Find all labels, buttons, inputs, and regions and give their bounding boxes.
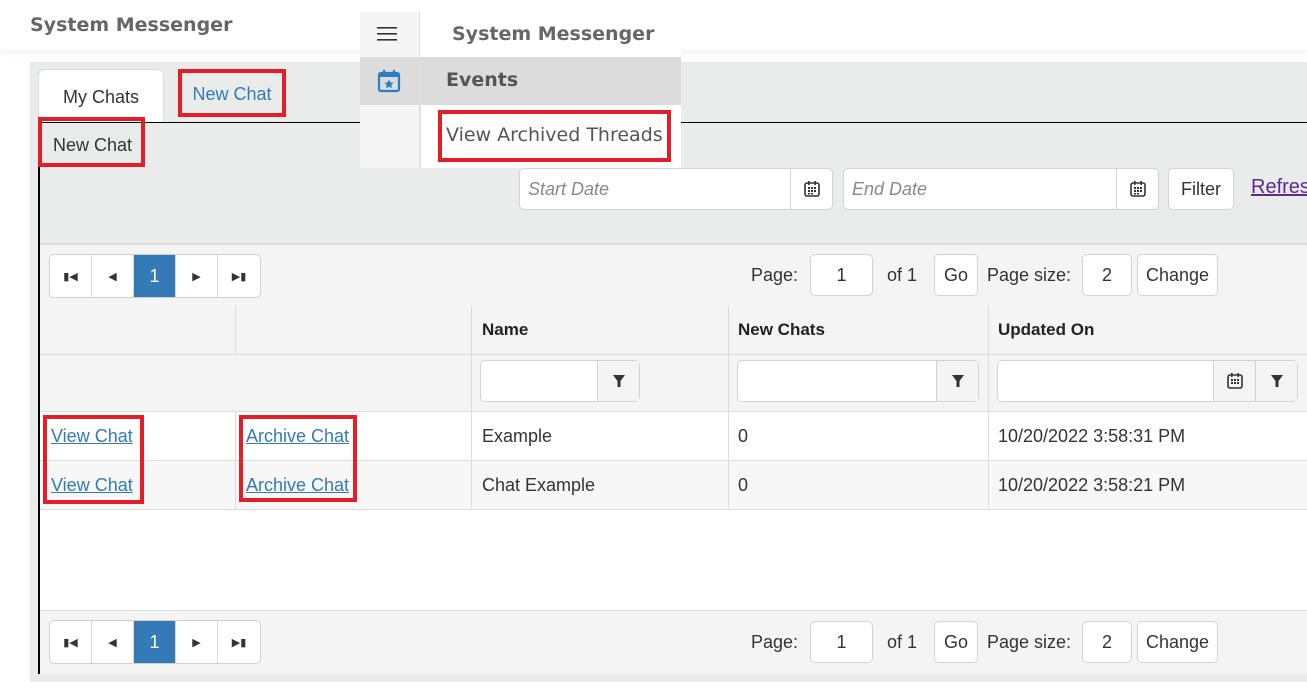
page-label: Page: (751, 632, 799, 652)
column-divider (988, 412, 989, 510)
current-page-button[interactable]: 1 (134, 621, 176, 663)
last-page-icon[interactable]: ▶▮ (218, 255, 260, 297)
new-chat-button[interactable]: New Chat (53, 135, 132, 156)
tab-new-chat[interactable]: New Chat (180, 70, 284, 116)
calendar-icon[interactable] (1213, 361, 1255, 401)
updated-on-filter-input[interactable] (998, 361, 1213, 401)
next-page-icon[interactable]: ▶ (176, 621, 218, 663)
archive-chat-link[interactable]: Archive Chat (246, 426, 349, 446)
nav-title: System Messenger (452, 23, 655, 45)
page-count-label: of 1 (887, 632, 918, 652)
new-chats-filter (737, 360, 979, 402)
tab-my-chats[interactable]: My Chats (38, 69, 164, 123)
page-size-input[interactable]: 2 (1082, 254, 1132, 296)
nav-item-events[interactable]: Events (360, 57, 681, 105)
page-size-label: Page size: (987, 632, 1072, 652)
nav-item-view-archived-threads[interactable]: View Archived Threads (446, 124, 663, 146)
filter-button[interactable]: Filter (1168, 168, 1234, 210)
nav-divider (420, 57, 421, 168)
column-header-new-chats[interactable]: New Chats (738, 320, 825, 340)
filter-icon[interactable] (1255, 361, 1297, 401)
page-count-label: of 1 (887, 265, 918, 285)
refresh-link[interactable]: Refresh (1251, 176, 1307, 199)
page-size-label: Page size: (987, 265, 1072, 285)
page-size-input[interactable]: 2 (1082, 621, 1132, 663)
first-page-icon[interactable]: ▮◀ (50, 255, 92, 297)
new-chats-filter-input[interactable] (738, 361, 936, 401)
new-chats-count: 0 (738, 475, 749, 495)
pager-bottom: ▮◀ ◀ 1 ▶ ▶▮ (49, 620, 261, 664)
go-button[interactable]: Go (934, 621, 978, 663)
updated-on: 10/20/2022 3:58:31 PM (998, 426, 1186, 446)
calendar-icon[interactable] (1116, 169, 1158, 209)
nav-item-events-label: Events (446, 69, 519, 91)
chat-name: Chat Example (482, 475, 596, 495)
name-filter-input[interactable] (481, 361, 597, 401)
pager-top: ▮◀ ◀ 1 ▶ ▶▮ (49, 254, 261, 298)
change-page-size-button[interactable]: Change (1137, 254, 1218, 296)
calendar-star-icon (377, 69, 401, 98)
change-page-size-button[interactable]: Change (1137, 621, 1218, 663)
archive-chat-link[interactable]: Archive Chat (246, 475, 349, 495)
updated-on-filter (997, 360, 1298, 402)
go-button[interactable]: Go (934, 254, 978, 296)
view-chat-link[interactable]: View Chat (51, 426, 133, 446)
end-date-input[interactable] (844, 169, 1116, 209)
start-date-input[interactable] (520, 169, 790, 209)
name-filter (480, 360, 640, 402)
current-page-button[interactable]: 1 (134, 255, 176, 297)
column-header-updated-on[interactable]: Updated On (998, 320, 1094, 340)
last-page-icon[interactable]: ▶▮ (218, 621, 260, 663)
hamburger-icon[interactable] (377, 26, 397, 47)
column-divider (471, 412, 472, 510)
column-divider (235, 306, 236, 355)
first-page-icon[interactable]: ▮◀ (50, 621, 92, 663)
app-title: System Messenger (30, 14, 233, 36)
new-chats-count: 0 (738, 426, 749, 446)
view-chat-link[interactable]: View Chat (51, 475, 133, 495)
page-number-input[interactable]: 1 (810, 254, 873, 296)
column-divider (728, 412, 729, 510)
filter-icon[interactable] (597, 361, 639, 401)
column-divider (235, 412, 236, 510)
chat-name: Example (482, 426, 553, 446)
prev-page-icon[interactable]: ◀ (92, 621, 134, 663)
column-header-name[interactable]: Name (482, 320, 528, 340)
end-date-picker (843, 168, 1159, 210)
start-date-picker (519, 168, 833, 210)
page-number-input[interactable]: 1 (810, 621, 873, 663)
filter-icon[interactable] (936, 361, 978, 401)
table-header-row (40, 306, 1307, 355)
page-label: Page: (751, 265, 799, 285)
calendar-icon[interactable] (790, 169, 832, 209)
prev-page-icon[interactable]: ◀ (92, 255, 134, 297)
updated-on: 10/20/2022 3:58:21 PM (998, 475, 1186, 495)
next-page-icon[interactable]: ▶ (176, 255, 218, 297)
